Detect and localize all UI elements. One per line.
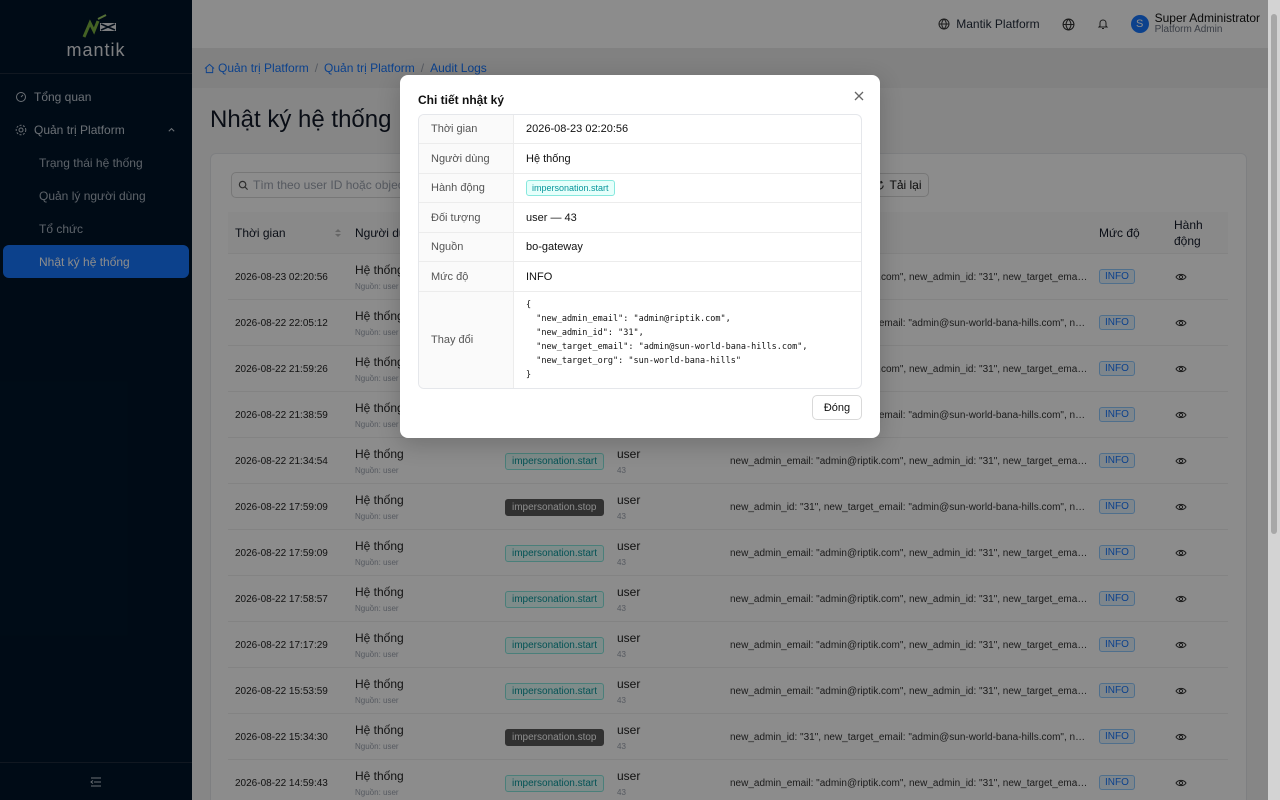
modal-title: Chi tiết nhật ký [418, 93, 505, 107]
detail-row-source: Nguồn bo-gateway [419, 233, 861, 262]
detail-value: INFO [526, 270, 553, 283]
detail-table: Thời gian 2026-08-23 02:20:56 Người dùng… [418, 114, 862, 389]
changes-json: { "new_admin_email": "admin@riptik.com",… [526, 300, 808, 380]
detail-label: Người dùng [419, 144, 514, 173]
detail-value: { "new_admin_email": "admin@riptik.com",… [514, 292, 861, 388]
page-scrollbar[interactable] [1268, 0, 1280, 800]
detail-value: user — 43 [526, 211, 577, 224]
detail-row-action: Hành động impersonation.start [419, 174, 861, 203]
detail-label: Nguồn [419, 233, 514, 261]
close-button[interactable]: Đóng [812, 395, 862, 420]
detail-value: 2026-08-23 02:20:56 [526, 123, 629, 135]
detail-row-changes: Thay đổi { "new_admin_email": "admin@rip… [419, 292, 861, 388]
detail-row-level: Mức độ INFO [419, 262, 861, 292]
log-detail-modal: Chi tiết nhật ký Thời gian 2026-08-23 02… [400, 75, 880, 438]
scrollbar-thumb[interactable] [1271, 14, 1277, 534]
detail-label: Mức độ [419, 262, 514, 291]
close-icon[interactable] [852, 89, 866, 103]
action-tag: impersonation.start [526, 180, 615, 196]
detail-row-object: Đối tượng user — 43 [419, 203, 861, 233]
detail-row-user: Người dùng Hệ thống [419, 144, 861, 174]
detail-value: bo-gateway [526, 241, 583, 253]
detail-label: Thời gian [419, 115, 514, 143]
detail-row-time: Thời gian 2026-08-23 02:20:56 [419, 115, 861, 144]
detail-value: impersonation.start [514, 174, 861, 202]
detail-label: Hành động [419, 174, 514, 202]
detail-label: Thay đổi [419, 292, 514, 388]
detail-value: Hệ thống [526, 152, 571, 165]
detail-label: Đối tượng [419, 203, 514, 232]
